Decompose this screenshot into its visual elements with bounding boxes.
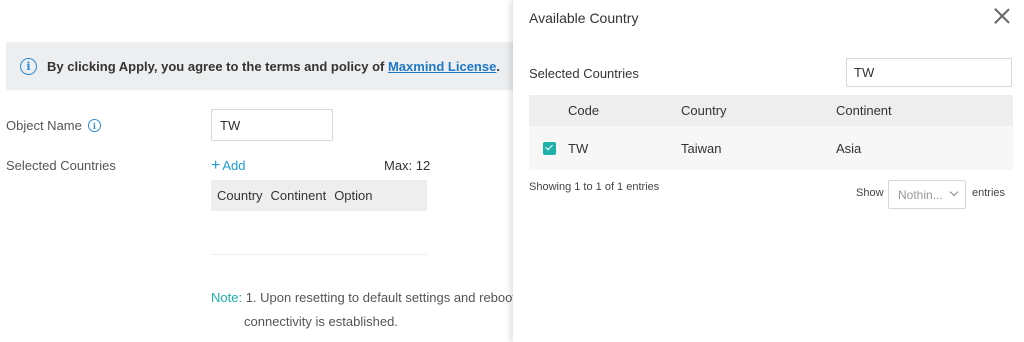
panel-title: Available Country bbox=[529, 10, 639, 26]
plus-icon: + bbox=[211, 157, 221, 174]
chevron-down-icon bbox=[950, 189, 959, 198]
cell-continent: Asia bbox=[836, 140, 862, 156]
selected-countries-table-header: Country Continent Option bbox=[211, 180, 427, 211]
page-size-placeholder: Nothin... bbox=[898, 187, 943, 202]
note-line-2: connectivity is established. bbox=[244, 314, 398, 329]
info-icon[interactable]: i bbox=[87, 119, 101, 132]
column-header-continent[interactable]: Continent bbox=[836, 103, 1013, 118]
show-label: Show bbox=[856, 187, 884, 199]
object-name-input[interactable] bbox=[211, 109, 333, 141]
available-country-panel: Available Country Selected Countries Cod… bbox=[513, 0, 1024, 342]
column-header-code[interactable]: Code bbox=[529, 103, 681, 118]
info-icon: i bbox=[20, 57, 37, 75]
object-name-label-text: Object Name bbox=[6, 118, 82, 133]
column-header-option: Option bbox=[334, 188, 373, 203]
column-header-country: Country bbox=[217, 188, 263, 203]
object-name-label: Object Name i bbox=[6, 118, 101, 133]
divider bbox=[211, 254, 427, 255]
note-label: Note: bbox=[211, 290, 243, 305]
column-header-continent: Continent bbox=[270, 188, 327, 203]
entries-label: entries bbox=[972, 187, 1006, 199]
note-line-1: 1. Upon resetting to default settings an… bbox=[242, 290, 534, 305]
add-country-button[interactable]: + Add bbox=[211, 158, 245, 174]
banner-text: By clicking Apply, you agree to the term… bbox=[47, 59, 500, 74]
cell-code-text: TW bbox=[568, 140, 589, 156]
cell-country: Taiwan bbox=[681, 140, 722, 156]
panel-selected-countries-label: Selected Countries bbox=[529, 66, 639, 81]
table-header: Code Country Continent bbox=[529, 95, 1013, 126]
row-checkbox[interactable] bbox=[543, 141, 556, 155]
pagination-info: Showing 1 to 1 of 1 entries bbox=[529, 181, 660, 193]
table-row[interactable]: TW Taiwan Asia bbox=[529, 126, 1013, 170]
banner-message: By clicking Apply, you agree to the term… bbox=[47, 58, 388, 74]
page-size-select[interactable]: Nothin... bbox=[888, 180, 966, 209]
close-icon[interactable] bbox=[992, 6, 1012, 26]
cell-code: TW bbox=[529, 141, 681, 156]
country-search-input[interactable] bbox=[846, 58, 1012, 87]
maxmind-license-link[interactable]: Maxmind License bbox=[388, 59, 496, 74]
banner-suffix: . bbox=[496, 58, 500, 74]
available-country-table: Code Country Continent TW Taiwan Asia bbox=[529, 95, 1013, 170]
add-label: Add bbox=[222, 158, 246, 173]
max-count-label: Max: 12 bbox=[384, 158, 431, 173]
column-header-country[interactable]: Country bbox=[681, 103, 836, 118]
note-text: Note: 1. Upon resetting to default setti… bbox=[211, 290, 533, 305]
selected-countries-label: Selected Countries bbox=[6, 158, 116, 173]
